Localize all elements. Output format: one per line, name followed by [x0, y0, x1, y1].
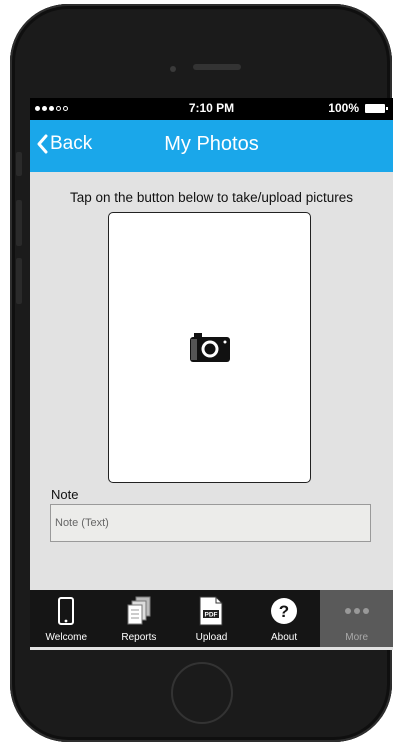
tab-welcome[interactable]: Welcome [30, 590, 103, 647]
question-icon: ? [271, 598, 298, 624]
page-title: My Photos [164, 133, 259, 155]
note-label: Note [51, 487, 79, 502]
navigation-bar: Back My Photos [30, 120, 393, 172]
mute-switch [16, 152, 22, 176]
tab-upload[interactable]: PDF Upload [175, 590, 248, 647]
note-input[interactable] [50, 504, 371, 542]
tab-label: More [345, 632, 369, 643]
tab-about[interactable]: ? About [248, 590, 321, 647]
phone-icon [58, 597, 75, 625]
svg-text:?: ? [279, 602, 289, 621]
earpiece-speaker [193, 64, 241, 70]
tab-label: About [271, 632, 298, 643]
more-dots-icon [344, 608, 369, 614]
tab-reports[interactable]: Reports [103, 590, 176, 647]
tab-label: Upload [195, 632, 228, 643]
battery-percentage: 100% [328, 101, 359, 115]
front-camera [170, 66, 176, 72]
volume-down-button [16, 258, 22, 304]
status-bar: 7:10 PM 100% [30, 98, 393, 120]
home-button[interactable] [171, 662, 233, 724]
pdf-icon: PDF [199, 596, 223, 626]
volume-up-button [16, 200, 22, 246]
app-screen: 7:10 PM 100% Back My Photos Tap on the b… [30, 98, 393, 650]
tab-more[interactable]: More [320, 590, 393, 647]
instruction-text: Tap on the button below to take/upload p… [70, 190, 353, 205]
tab-bar: Welcome Reports PDF Upload ? About More [30, 590, 393, 647]
tab-label: Welcome [45, 632, 88, 643]
svg-text:PDF: PDF [205, 612, 218, 619]
take-photo-button[interactable] [108, 212, 311, 483]
documents-icon [127, 596, 151, 625]
battery-icon [365, 104, 388, 113]
camera-icon [190, 333, 230, 362]
tab-label: Reports [121, 632, 157, 643]
